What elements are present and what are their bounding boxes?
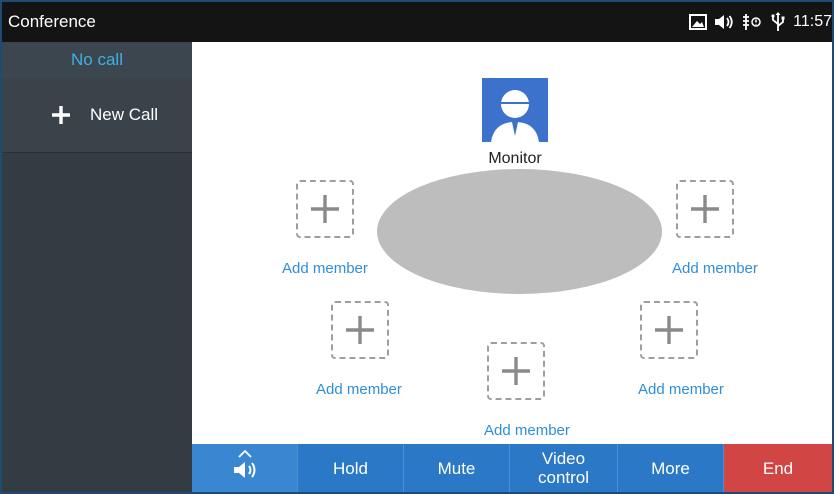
end-call-button[interactable]: End bbox=[724, 444, 832, 492]
more-button[interactable]: More bbox=[618, 444, 724, 492]
conference-screen: Conference 11:57 No call New Call Monito… bbox=[2, 2, 832, 492]
image-icon bbox=[689, 14, 708, 30]
video-control-line-1: Video bbox=[541, 449, 586, 468]
add-member-label-2[interactable]: Add member bbox=[672, 260, 758, 277]
new-call-label: New Call bbox=[90, 105, 159, 124]
network-icon bbox=[741, 13, 763, 31]
plus-icon bbox=[691, 195, 719, 223]
monitor-avatar[interactable] bbox=[482, 78, 548, 142]
add-member-slot-4[interactable] bbox=[640, 301, 698, 359]
plus-icon bbox=[502, 357, 530, 385]
volume-icon bbox=[714, 14, 734, 30]
clock: 11:57 bbox=[793, 13, 832, 30]
speaker-button[interactable] bbox=[192, 444, 298, 492]
conference-area: Monitor Add member Add member Add member… bbox=[192, 42, 832, 492]
add-member-label-4[interactable]: Add member bbox=[638, 381, 724, 398]
monitor-label: Monitor bbox=[488, 150, 542, 167]
mute-button[interactable]: Mute bbox=[404, 444, 510, 492]
new-call-button[interactable]: New Call bbox=[2, 78, 192, 153]
add-member-label-1[interactable]: Add member bbox=[282, 260, 368, 277]
status-icons: 11:57 bbox=[689, 11, 832, 33]
usb-icon bbox=[770, 12, 786, 32]
add-member-slot-5[interactable] bbox=[487, 342, 545, 400]
app-title: Conference bbox=[8, 12, 96, 31]
speaker-icon bbox=[232, 460, 258, 484]
add-member-slot-2[interactable] bbox=[676, 180, 734, 238]
status-bar: Conference 11:57 bbox=[2, 2, 832, 42]
video-control-line-2: control bbox=[537, 468, 590, 487]
video-control-button[interactable]: Video control bbox=[510, 444, 618, 492]
add-member-label-5[interactable]: Add member bbox=[484, 422, 570, 439]
add-member-slot-1[interactable] bbox=[296, 180, 354, 238]
hold-button[interactable]: Hold bbox=[298, 444, 404, 492]
video-control-label: Video control bbox=[538, 449, 589, 487]
add-member-label-3[interactable]: Add member bbox=[316, 381, 402, 398]
plus-icon bbox=[50, 104, 72, 126]
conference-table bbox=[377, 169, 662, 294]
sidebar: No call New Call bbox=[2, 42, 192, 492]
plus-icon bbox=[346, 316, 374, 344]
call-status: No call bbox=[2, 42, 192, 78]
call-action-bar: Hold Mute Video control More End bbox=[192, 444, 832, 492]
chevron-up-icon[interactable] bbox=[237, 444, 253, 458]
plus-icon bbox=[655, 316, 683, 344]
add-member-slot-3[interactable] bbox=[331, 301, 389, 359]
plus-icon bbox=[311, 195, 339, 223]
